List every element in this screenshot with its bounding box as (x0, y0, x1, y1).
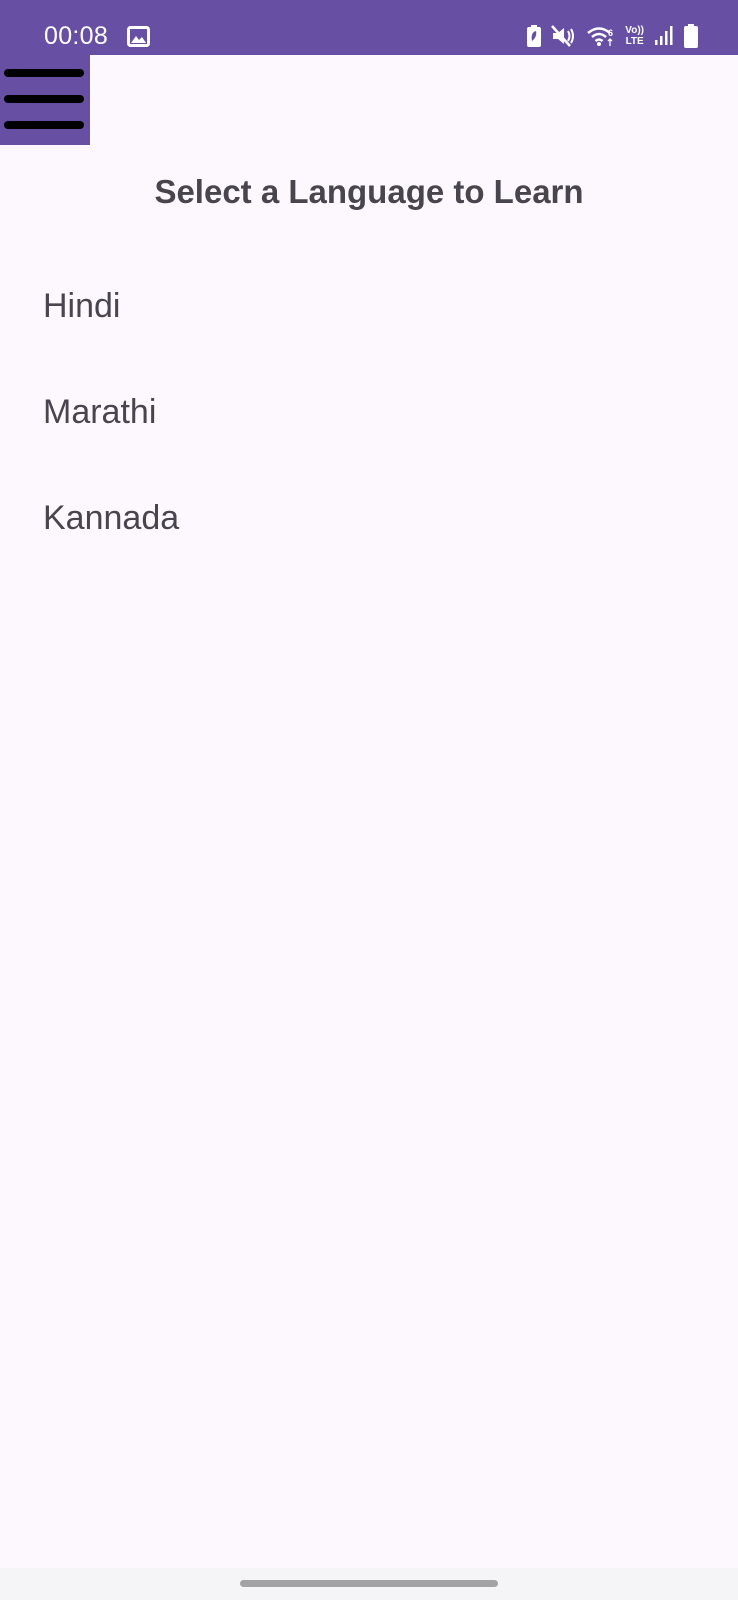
status-icons: 6 Vo)) LTE (527, 22, 698, 50)
menu-button[interactable] (0, 55, 90, 145)
volte-icon: Vo)) LTE (625, 25, 644, 47)
language-list: Hindi Marathi Kannada (0, 253, 738, 571)
wifi-icon: 6 (587, 27, 613, 46)
menu-bar-bottom (4, 121, 84, 129)
language-item-marathi[interactable]: Marathi (0, 359, 738, 465)
page-title: Select a Language to Learn (154, 173, 584, 210)
menu-bar-top (4, 69, 84, 77)
volte-bottom-label: LTE (625, 36, 644, 47)
gallery-icon (127, 26, 150, 47)
navigation-bar (0, 1568, 738, 1600)
language-item-kannada[interactable]: Kannada (0, 465, 738, 571)
language-item-hindi[interactable]: Hindi (0, 253, 738, 359)
status-bar: 00:08 6 Vo)) LTE (0, 0, 738, 55)
battery-saver-icon (527, 25, 542, 47)
mute-icon (551, 25, 575, 47)
menu-bar-middle (4, 95, 84, 103)
svg-text:6: 6 (608, 28, 613, 38)
home-gesture-handle[interactable] (240, 1580, 498, 1587)
battery-icon (684, 24, 698, 48)
status-time: 00:08 (44, 22, 109, 50)
volte-top-label: Vo)) (625, 25, 644, 36)
signal-icon (655, 26, 673, 45)
